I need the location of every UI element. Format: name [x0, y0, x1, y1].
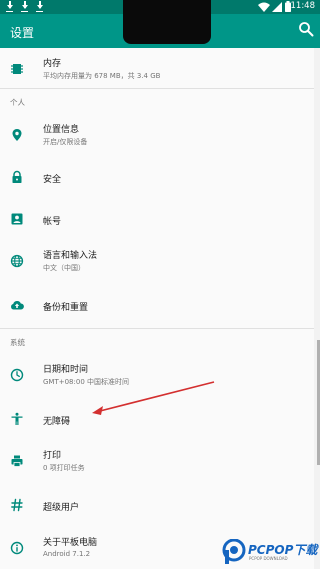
watermark-subtext: PCPOP DOWNLOAD [249, 556, 288, 561]
watermark-logo: PCPOP下载 PCPOP DOWNLOAD [218, 539, 318, 567]
pcpop-logo-icon [222, 539, 246, 564]
annotation-arrow [92, 381, 215, 415]
